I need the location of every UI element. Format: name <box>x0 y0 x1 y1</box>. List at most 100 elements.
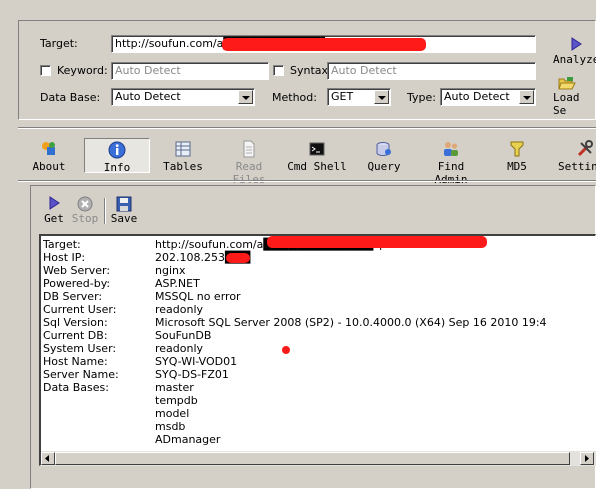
about-icon <box>42 142 55 155</box>
find-admin-icon <box>444 142 458 156</box>
analyze-label: Analyze <box>553 53 596 66</box>
toolbar-top-divider <box>18 127 596 129</box>
redaction-mark <box>226 253 250 263</box>
toolbar-md5-button[interactable]: MD5 <box>500 140 534 173</box>
scroll-left-button[interactable] <box>41 452 55 465</box>
result-row: System User: readonly <box>41 342 595 355</box>
get-label: Get <box>44 212 64 225</box>
result-key: Sql Version: <box>43 316 108 329</box>
result-row: msdb <box>41 420 595 433</box>
result-key: System User: <box>43 342 117 355</box>
result-value: model <box>155 407 190 420</box>
method-label: Method: <box>272 91 317 104</box>
chevron-down-icon[interactable] <box>238 90 253 104</box>
result-row: Sql Version: Microsoft SQL Server 2008 (S… <box>41 316 595 329</box>
result-key: Target: <box>43 238 81 251</box>
syntax-input-placeholder: Auto Detect <box>331 64 397 77</box>
toolbar-cmd-shell-button[interactable]: Cmd Shell <box>287 140 347 173</box>
toolbar-label: Tables <box>163 160 203 173</box>
load-label: Load Se <box>553 91 580 117</box>
chevron-down-icon[interactable] <box>374 90 389 104</box>
result-value: msdb <box>155 420 186 433</box>
method-select-value: GET <box>331 90 354 103</box>
toolbar-tables-button[interactable]: Tables <box>160 140 206 173</box>
save-label: Save <box>110 212 138 225</box>
arrow-left-icon <box>45 455 49 462</box>
toolbar-settings-button[interactable]: Settin <box>558 140 596 173</box>
redaction-mark <box>267 236 487 248</box>
result-value: MSSQL no error <box>155 290 241 303</box>
toolbar-about-button[interactable]: About <box>30 140 68 173</box>
type-label: Type: <box>407 91 436 104</box>
result-row: DB Server: MSSQL no error <box>41 290 595 303</box>
result-value: Microsoft SQL Server 2008 (SP2) - 10.0.4… <box>155 316 547 329</box>
result-key: Server Name: <box>43 368 119 381</box>
toolbar-bottom-divider <box>18 180 596 182</box>
load-button[interactable]: Load Se <box>553 76 596 117</box>
stop-button[interactable]: Stop <box>71 196 99 225</box>
save-button[interactable]: Save <box>110 196 138 225</box>
result-key: DB Server: <box>43 290 103 303</box>
result-key: Host IP: <box>43 251 86 264</box>
database-select-value: Auto Detect <box>115 90 181 103</box>
result-row: Web Server: nginx <box>41 264 595 277</box>
result-row: Current DB: SouFunDB <box>41 329 595 342</box>
result-value: SYQ-DS-FZ01 <box>155 368 229 381</box>
result-value: master <box>155 381 194 394</box>
result-key: Current User: <box>43 303 117 316</box>
target-label: Target: <box>40 37 78 50</box>
arrow-right-icon <box>585 455 589 462</box>
results-textarea[interactable]: Target:http://soufun.com/a█████████████s… <box>39 234 596 466</box>
result-row: Server Name: SYQ-DS-FZ01 <box>41 368 595 381</box>
type-select[interactable]: Auto Detect <box>440 88 536 106</box>
result-value: readonly <box>155 342 204 355</box>
scrollbar-thumb[interactable] <box>55 452 570 465</box>
result-row: ADmanager <box>41 433 595 446</box>
analyze-button[interactable]: Analyze <box>553 37 596 66</box>
redaction-mark <box>282 346 290 354</box>
play-icon <box>571 37 582 51</box>
result-row: Host Name: SYQ-WI-VOD01 <box>41 355 595 368</box>
result-key: Powered-by: <box>43 277 111 290</box>
database-select[interactable]: Auto Detect <box>111 88 255 106</box>
type-select-value: Auto Detect <box>444 90 510 103</box>
keyword-label: Keyword: <box>57 64 108 77</box>
keyword-input-placeholder: Auto Detect <box>115 64 181 77</box>
redaction-mark <box>222 38 426 51</box>
get-button[interactable]: Get <box>42 196 66 225</box>
keyword-input[interactable]: Auto Detect <box>111 62 269 80</box>
scroll-right-button[interactable] <box>580 452 594 465</box>
method-select[interactable]: GET <box>327 88 391 106</box>
folder-open-icon <box>558 77 576 90</box>
result-key: Web Server: <box>43 264 111 277</box>
keyword-checkbox[interactable] <box>40 65 51 76</box>
syntax-label: Syntax: <box>290 64 332 77</box>
syntax-checkbox[interactable] <box>273 65 284 76</box>
settings-icon <box>577 140 593 157</box>
cmd-shell-icon <box>309 142 325 156</box>
toolbar-query-button[interactable]: Query <box>364 140 404 173</box>
info-icon <box>108 141 126 159</box>
result-value: ADmanager <box>155 433 221 446</box>
result-row: Current User: readonly <box>41 303 595 316</box>
stop-icon <box>77 196 93 212</box>
result-value: SYQ-WI-VOD01 <box>155 355 238 368</box>
result-value: tempdb <box>155 394 198 407</box>
toolbar-label: About <box>32 160 66 173</box>
chevron-down-icon[interactable] <box>519 90 534 104</box>
result-row: Data Bases: master <box>41 381 595 394</box>
toolbar-label: MD5 <box>507 160 527 173</box>
result-row: model <box>41 407 595 420</box>
result-value: SouFunDB <box>155 329 212 342</box>
result-key: Data Bases: <box>43 381 109 394</box>
toolbar-info-button[interactable]: Info <box>84 138 150 174</box>
database-label: Data Base: <box>40 91 101 104</box>
toolbar-label: Query <box>367 160 401 173</box>
results-horizontal-scrollbar[interactable] <box>41 451 596 466</box>
stop-label: Stop <box>71 212 99 225</box>
result-row: Host IP: 202.108.253███ <box>41 251 595 264</box>
result-value: nginx <box>155 264 186 277</box>
md5-icon <box>510 141 524 157</box>
play-icon <box>49 196 60 210</box>
syntax-input[interactable]: Auto Detect <box>327 62 536 80</box>
